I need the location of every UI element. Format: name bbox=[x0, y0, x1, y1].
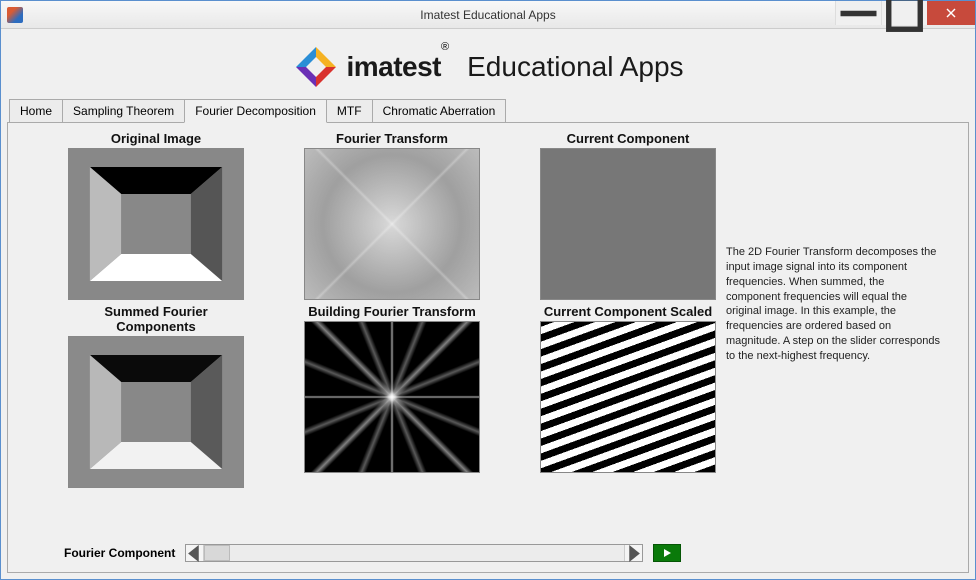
tab-fourier-decomposition[interactable]: Fourier Decomposition bbox=[184, 99, 327, 123]
slider-thumb[interactable] bbox=[204, 545, 230, 561]
brand-text: imatest® bbox=[346, 51, 449, 83]
maximize-button[interactable] bbox=[881, 1, 927, 25]
brand-reg: ® bbox=[441, 41, 449, 53]
panel-body: Original Image bbox=[18, 129, 958, 488]
play-icon bbox=[662, 548, 672, 558]
close-button[interactable] bbox=[927, 1, 975, 25]
cell-fourier: Fourier Transform bbox=[304, 131, 480, 300]
image-building bbox=[304, 321, 480, 473]
fourier-component-slider[interactable] bbox=[185, 544, 643, 562]
cell-current: Current Component bbox=[540, 131, 716, 300]
image-current bbox=[540, 148, 716, 300]
close-icon bbox=[946, 8, 956, 18]
minimize-button[interactable] bbox=[835, 1, 881, 25]
chevron-left-icon bbox=[186, 545, 203, 562]
play-button[interactable] bbox=[653, 544, 681, 562]
label-summed: Summed Fourier Components bbox=[68, 304, 244, 334]
slider-step-left[interactable] bbox=[186, 545, 204, 561]
description-text: The 2D Fourier Transform decomposes the … bbox=[716, 129, 941, 488]
label-current: Current Component bbox=[540, 131, 716, 146]
logo-mark-icon bbox=[292, 43, 340, 91]
tab-bar: Home Sampling Theorem Fourier Decomposit… bbox=[7, 99, 969, 123]
minimize-icon bbox=[836, 0, 881, 36]
image-scaled bbox=[540, 321, 716, 473]
cell-summed: Summed Fourier Components bbox=[68, 304, 244, 488]
image-fourier bbox=[304, 148, 480, 300]
cell-scaled: Current Component Scaled bbox=[540, 304, 716, 488]
slider-track[interactable] bbox=[204, 545, 624, 561]
cell-building: Building Fourier Transform bbox=[304, 304, 480, 488]
image-original bbox=[68, 148, 244, 300]
header-banner: imatest® Educational Apps bbox=[7, 35, 969, 95]
app-icon bbox=[7, 7, 23, 23]
image-summed bbox=[68, 336, 244, 488]
window-title: Imatest Educational Apps bbox=[1, 8, 975, 22]
label-fourier: Fourier Transform bbox=[304, 131, 480, 146]
tab-mtf[interactable]: MTF bbox=[326, 99, 373, 123]
slider-row: Fourier Component bbox=[64, 544, 952, 562]
label-scaled: Current Component Scaled bbox=[540, 304, 716, 319]
header-subtitle: Educational Apps bbox=[467, 51, 683, 83]
cell-original: Original Image bbox=[68, 131, 244, 300]
tab-chromatic-aberration[interactable]: Chromatic Aberration bbox=[372, 99, 507, 123]
chevron-right-icon bbox=[625, 545, 642, 562]
window-buttons bbox=[835, 1, 975, 28]
label-original: Original Image bbox=[68, 131, 244, 146]
tab-sampling-theorem[interactable]: Sampling Theorem bbox=[62, 99, 185, 123]
slider-label: Fourier Component bbox=[64, 546, 175, 560]
brand-name: imatest bbox=[346, 51, 441, 82]
content-area: imatest® Educational Apps Home Sampling … bbox=[1, 29, 975, 579]
app-window: Imatest Educational Apps bbox=[0, 0, 976, 580]
maximize-icon bbox=[882, 0, 927, 36]
tab-home[interactable]: Home bbox=[9, 99, 63, 123]
tab-panel: Original Image bbox=[7, 122, 969, 573]
brand-logo: imatest® bbox=[292, 43, 449, 91]
label-building: Building Fourier Transform bbox=[304, 304, 480, 319]
image-grid: Original Image bbox=[18, 129, 716, 488]
titlebar: Imatest Educational Apps bbox=[1, 1, 975, 29]
slider-step-right[interactable] bbox=[624, 545, 642, 561]
